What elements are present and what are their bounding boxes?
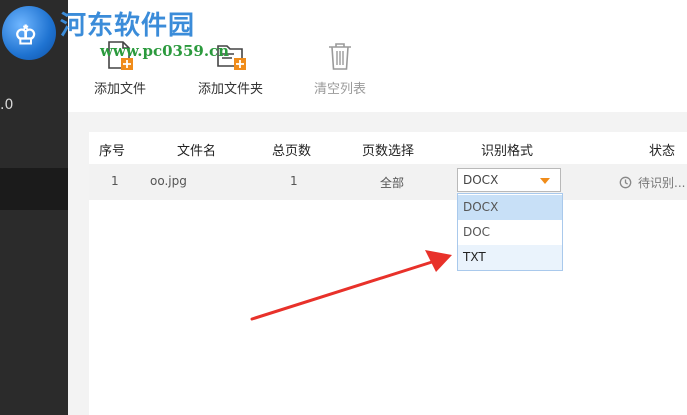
annotation-arrow xyxy=(250,250,452,321)
